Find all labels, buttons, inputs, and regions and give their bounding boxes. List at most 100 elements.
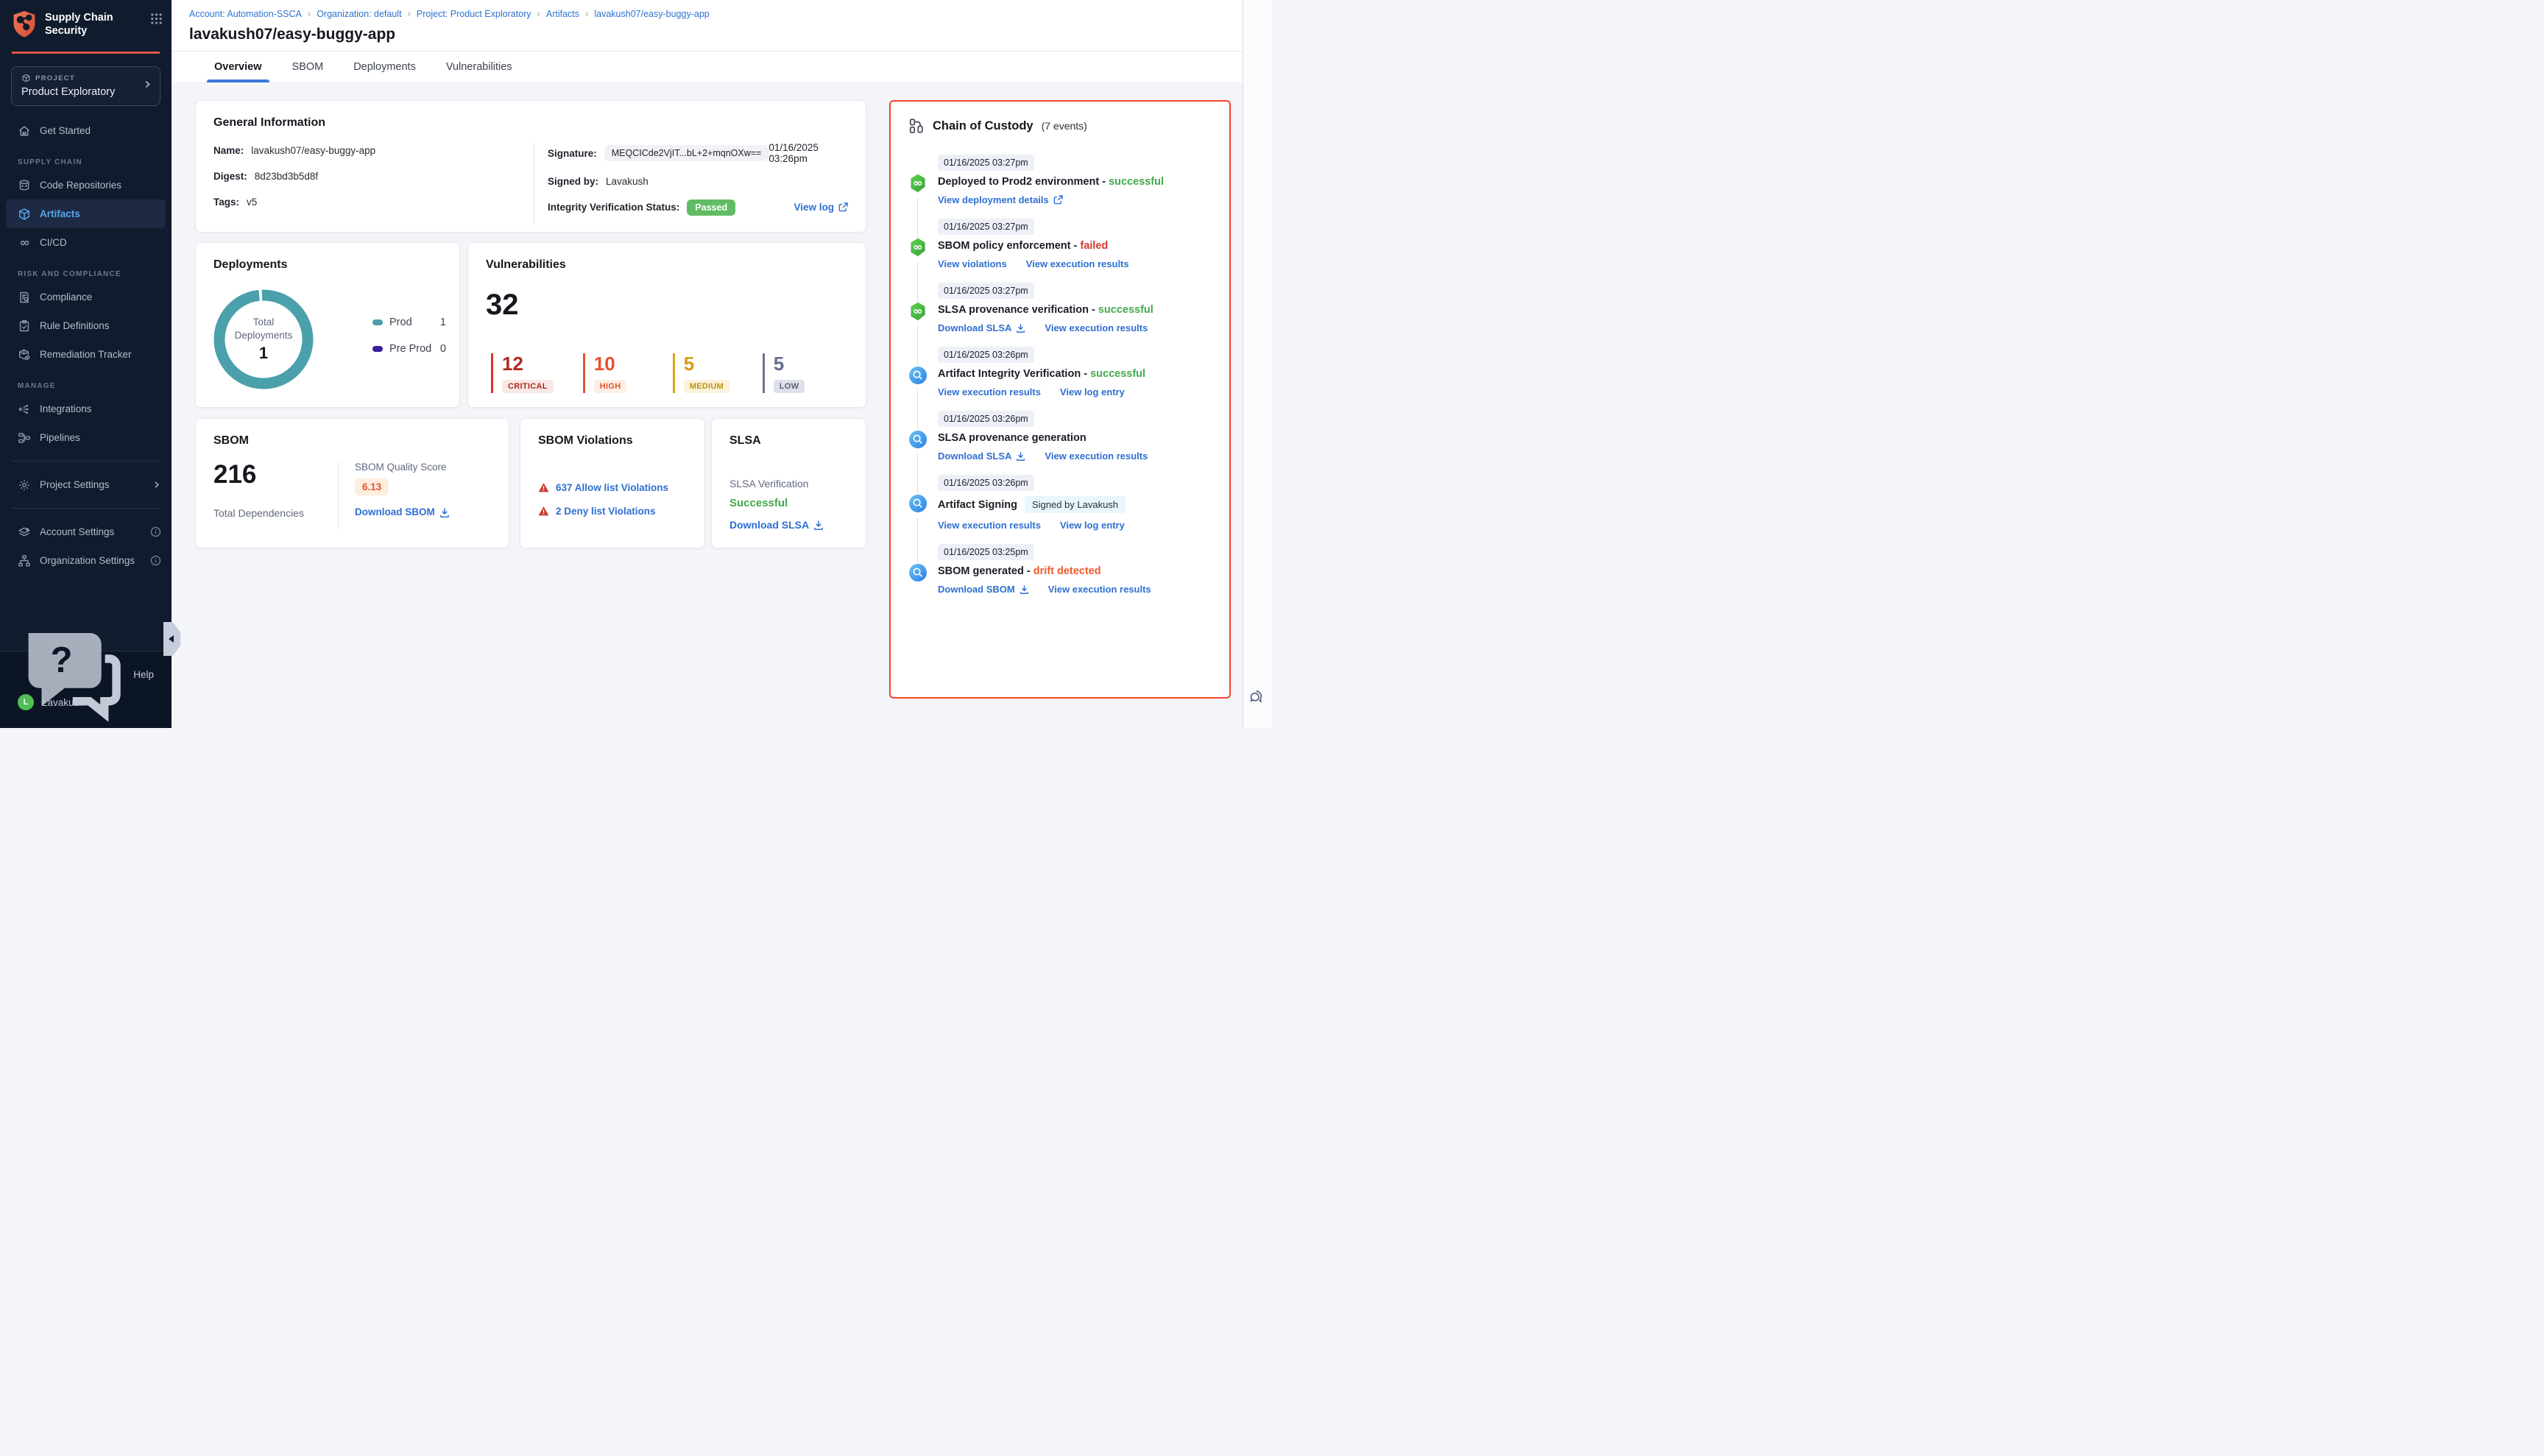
layers-gear-icon bbox=[18, 526, 31, 539]
low-count: 5 bbox=[774, 353, 823, 375]
view-log-link[interactable]: View log bbox=[794, 202, 848, 213]
tab-vulnerabilities[interactable]: Vulnerabilities bbox=[445, 52, 514, 82]
sidebar-item-label: Account Settings bbox=[40, 526, 114, 537]
sidebar-item-rule-definitions[interactable]: Rule Definitions bbox=[0, 311, 172, 340]
help-button[interactable]: ? Help bbox=[0, 660, 172, 688]
high-badge: HIGH bbox=[594, 380, 627, 393]
sidebar-nav: Get Started SUPPLY CHAIN Code Repositori… bbox=[0, 116, 172, 575]
app-grid-icon[interactable] bbox=[150, 13, 163, 29]
sidebar-item-integrations[interactable]: Integrations bbox=[0, 395, 172, 423]
sidebar-item-code-repositories[interactable]: Code Repositories bbox=[0, 171, 172, 199]
signature-value[interactable]: MEQCICde2VjIT...bL+2+mqnOXw== bbox=[604, 145, 769, 161]
deployments-card: Deployments Total Deployments 1 Prod 1 bbox=[195, 242, 460, 408]
download-slsa-link[interactable]: Download SLSA bbox=[938, 322, 1025, 333]
digest-value: 8d23bd3b5d8f bbox=[255, 171, 318, 182]
tab-deployments[interactable]: Deployments bbox=[352, 52, 417, 82]
sidebar-footer: ? Help L Lavakush bbox=[0, 651, 172, 728]
view-execution-results-link[interactable]: View execution results bbox=[1045, 450, 1148, 462]
breadcrumb-artifact-name[interactable]: lavakush07/easy-buggy-app bbox=[594, 9, 709, 19]
timeline-event: 01/16/2025 03:27pm SBOM policy enforceme… bbox=[908, 219, 1216, 269]
event-timestamp: 01/16/2025 03:27pm bbox=[938, 219, 1034, 235]
download-slsa-link[interactable]: Download SLSA bbox=[938, 450, 1025, 462]
allow-list-violations-link[interactable]: 637 Allow list Violations bbox=[556, 482, 668, 493]
sidebar-item-label: Artifacts bbox=[40, 208, 80, 219]
help-chat-icon: ? bbox=[18, 621, 125, 728]
chain-of-custody-icon bbox=[908, 118, 925, 134]
view-log-entry-link[interactable]: View log entry bbox=[1060, 386, 1125, 397]
card-title: Vulnerabilities bbox=[486, 258, 848, 272]
project-selector[interactable]: PROJECT Product Exploratory bbox=[11, 66, 160, 106]
event-title: SLSA provenance verification - successfu… bbox=[938, 304, 1216, 316]
breadcrumb-account[interactable]: Account: Automation-SSCA bbox=[189, 9, 302, 19]
scan-circle-icon bbox=[908, 366, 928, 385]
download-slsa-link[interactable]: Download SLSA bbox=[729, 519, 824, 531]
event-links: Download SLSA View execution results bbox=[938, 322, 1216, 333]
project-name: Product Exploratory bbox=[21, 86, 138, 98]
deny-list-violations-link[interactable]: 2 Deny list Violations bbox=[556, 506, 656, 517]
sidebar-section-supply-chain: SUPPLY CHAIN bbox=[18, 158, 172, 166]
sidebar-item-pipelines[interactable]: Pipelines bbox=[0, 423, 172, 452]
sidebar-item-compliance[interactable]: Compliance bbox=[0, 283, 172, 311]
view-execution-results-link[interactable]: View execution results bbox=[1048, 584, 1151, 595]
high-count: 10 bbox=[594, 353, 643, 375]
chain-of-custody-timeline: 01/16/2025 03:27pm Deployed to Prod2 env… bbox=[908, 155, 1216, 595]
sidebar-item-cicd[interactable]: CI/CD bbox=[0, 228, 172, 257]
view-violations-link[interactable]: View violations bbox=[938, 258, 1007, 269]
chevron-right-icon bbox=[152, 480, 161, 490]
event-title: Artifact Signing Signed by Lavakush bbox=[938, 496, 1216, 513]
integrity-label: Integrity Verification Status: bbox=[548, 202, 679, 213]
critical-count: 12 bbox=[502, 353, 554, 375]
vulnerabilities-total: 32 bbox=[486, 289, 519, 322]
timeline-event: 01/16/2025 03:26pm Artifact Integrity Ve… bbox=[908, 347, 1216, 397]
severity-critical: 12 CRITICAL bbox=[491, 353, 554, 393]
breadcrumb-organization[interactable]: Organization: default bbox=[317, 9, 401, 19]
sidebar: Supply Chain Security PROJECT Product Ex… bbox=[0, 0, 172, 728]
support-chat-icon[interactable] bbox=[1248, 688, 1267, 710]
breadcrumb-separator: › bbox=[408, 8, 411, 19]
tab-overview[interactable]: Overview bbox=[213, 52, 264, 82]
card-title: Deployments bbox=[213, 258, 442, 272]
event-timestamp: 01/16/2025 03:25pm bbox=[938, 544, 1034, 560]
breadcrumb-separator: › bbox=[585, 8, 588, 19]
card-title: General Information bbox=[213, 116, 848, 130]
sidebar-item-get-started[interactable]: Get Started bbox=[0, 116, 172, 145]
view-deployment-details-link[interactable]: View deployment details bbox=[938, 194, 1063, 205]
download-sbom-link[interactable]: Download SBOM bbox=[355, 506, 450, 517]
panel-title: Chain of Custody bbox=[933, 119, 1034, 133]
chain-of-custody-header: Chain of Custody (7 events) bbox=[908, 118, 1216, 134]
legend-item-prod: Prod 1 bbox=[372, 317, 446, 328]
code-repository-icon bbox=[18, 179, 31, 192]
info-icon[interactable] bbox=[150, 555, 161, 566]
event-title: Artifact Integrity Verification - succes… bbox=[938, 368, 1216, 380]
card-title: SLSA bbox=[729, 434, 848, 448]
sidebar-item-label: Organization Settings bbox=[40, 555, 135, 566]
event-timestamp: 01/16/2025 03:27pm bbox=[938, 283, 1034, 299]
tab-sbom[interactable]: SBOM bbox=[291, 52, 325, 82]
signed-by-value: Lavakush bbox=[606, 176, 649, 187]
info-icon[interactable] bbox=[150, 526, 161, 537]
sidebar-item-artifacts[interactable]: Artifacts bbox=[6, 199, 166, 228]
breadcrumb-project[interactable]: Project: Product Exploratory bbox=[417, 9, 531, 19]
signature-label: Signature: bbox=[548, 148, 597, 159]
view-execution-results-link[interactable]: View execution results bbox=[1026, 258, 1129, 269]
card-title: SBOM bbox=[213, 434, 491, 448]
tags-value: v5 bbox=[247, 197, 257, 208]
sidebar-item-project-settings[interactable]: Project Settings bbox=[0, 470, 172, 499]
card-title: SBOM Violations bbox=[538, 434, 687, 448]
legend-label: Prod bbox=[389, 317, 412, 328]
legend-item-preprod: Pre Prod 0 bbox=[372, 343, 446, 355]
scan-circle-icon bbox=[908, 563, 928, 582]
view-execution-results-link[interactable]: View execution results bbox=[938, 386, 1041, 397]
event-links: View execution results View log entry bbox=[938, 520, 1216, 531]
download-sbom-link[interactable]: Download SBOM bbox=[938, 584, 1029, 595]
sidebar-item-account-settings[interactable]: Account Settings bbox=[0, 517, 172, 546]
sidebar-item-remediation-tracker[interactable]: Remediation Tracker bbox=[0, 340, 172, 369]
breadcrumb-artifacts[interactable]: Artifacts bbox=[546, 9, 579, 19]
sidebar-item-organization-settings[interactable]: Organization Settings bbox=[0, 546, 172, 575]
event-title: SLSA provenance generation bbox=[938, 432, 1216, 444]
view-execution-results-link[interactable]: View execution results bbox=[1045, 322, 1148, 333]
breadcrumb-separator: › bbox=[537, 8, 540, 19]
view-execution-results-link[interactable]: View execution results bbox=[938, 520, 1041, 531]
view-log-entry-link[interactable]: View log entry bbox=[1060, 520, 1125, 531]
event-title: Deployed to Prod2 environment - successf… bbox=[938, 176, 1216, 188]
